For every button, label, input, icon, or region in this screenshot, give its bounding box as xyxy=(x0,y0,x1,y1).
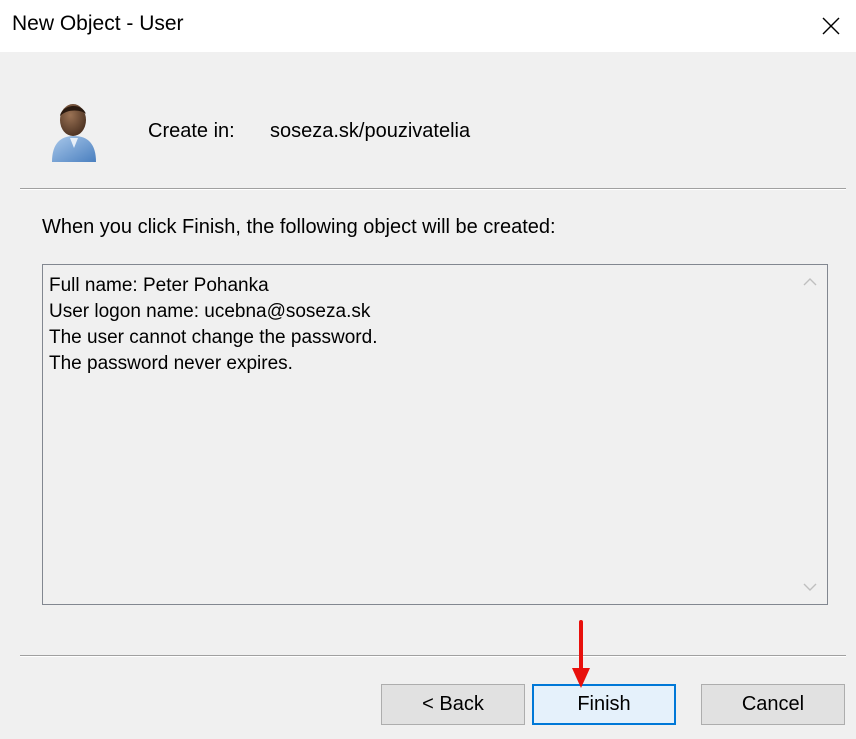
back-button[interactable]: < Back xyxy=(381,684,525,725)
summary-line: Full name: Peter Pohanka xyxy=(49,275,269,296)
summary-line: The password never expires. xyxy=(49,353,293,374)
summary-line: The user cannot change the password. xyxy=(49,327,378,348)
title-bar: New Object - User xyxy=(0,0,856,52)
summary-text: Full name: Peter Pohanka User logon name… xyxy=(49,273,377,377)
divider xyxy=(20,655,846,657)
scroll-down-button[interactable] xyxy=(793,570,827,604)
cancel-button[interactable]: Cancel xyxy=(701,684,845,725)
divider xyxy=(20,188,846,190)
new-object-user-dialog: New Object - User Create in: soseza.sk/p… xyxy=(0,0,856,739)
summary-line: User logon name: ucebna@soseza.sk xyxy=(49,301,371,322)
intro-text: When you click Finish, the following obj… xyxy=(42,216,556,238)
vertical-scrollbar[interactable] xyxy=(793,265,827,604)
create-in-path: soseza.sk/pouzivatelia xyxy=(270,120,471,142)
chevron-down-icon xyxy=(803,583,817,591)
scroll-up-button[interactable] xyxy=(793,265,827,299)
chevron-up-icon xyxy=(803,278,817,286)
summary-textbox[interactable]: Full name: Peter Pohanka User logon name… xyxy=(42,264,828,605)
close-button[interactable] xyxy=(806,0,856,52)
close-icon xyxy=(822,17,840,35)
window-title: New Object - User xyxy=(12,12,184,35)
finish-button[interactable]: Finish xyxy=(532,684,676,725)
user-icon xyxy=(48,100,100,164)
create-in-label: Create in: xyxy=(148,120,235,142)
